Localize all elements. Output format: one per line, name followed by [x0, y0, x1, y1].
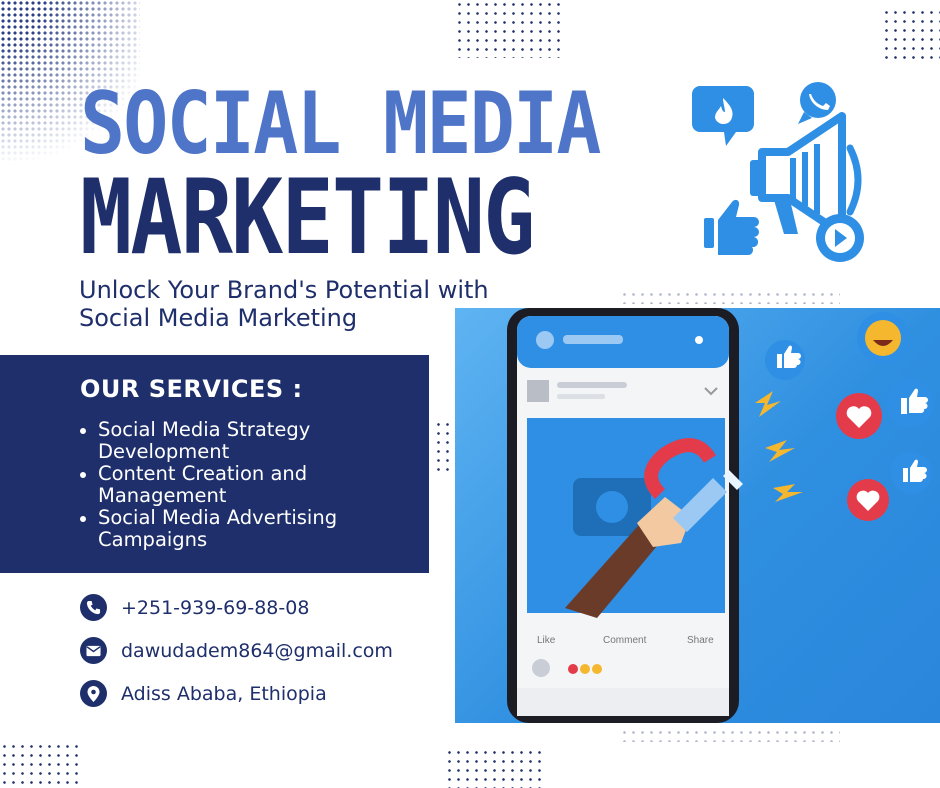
phone-illustration: Like Comment Share — [455, 308, 940, 723]
dot-grid-decoration — [0, 742, 80, 788]
play-icon — [816, 214, 864, 262]
location-text: Adiss Ababa, Ethiopia — [121, 682, 327, 705]
share-action[interactable]: Share — [687, 635, 714, 646]
email-address[interactable]: dawudadem864@gmail.com — [121, 640, 393, 662]
contact-email: dawudadem864@gmail.com — [80, 637, 393, 664]
location-icon — [80, 680, 107, 707]
heart-icon — [836, 393, 882, 439]
phone-icon — [80, 594, 107, 621]
dot-grid-decoration — [445, 748, 545, 788]
dot-grid-decoration — [620, 290, 840, 304]
service-label: Social Media Advertising Campaigns — [98, 506, 338, 551]
dot-grid-decoration — [620, 728, 840, 742]
services-list: Social Media Strategy Development Conten… — [80, 419, 400, 551]
services-heading: OUR SERVICES : — [80, 375, 303, 403]
comment-action[interactable]: Comment — [603, 635, 647, 646]
phone-number[interactable]: +251-939-69-88-08 — [121, 597, 309, 619]
service-label: Content Creation and Management — [98, 462, 308, 507]
service-label: Social Media Strategy Development — [98, 418, 311, 463]
title-line-2: MARKETING — [80, 158, 535, 278]
like-action[interactable]: Like — [537, 635, 556, 646]
contact-location: Adiss Ababa, Ethiopia — [80, 680, 327, 707]
service-item: Social Media Advertising Campaigns — [80, 507, 400, 551]
contact-phone: +251-939-69-88-08 — [80, 594, 309, 621]
like-icon — [704, 199, 759, 255]
service-item: Social Media Strategy Development — [80, 419, 400, 463]
like-icon — [886, 379, 934, 427]
subtitle: Unlock Your Brand's Potential with Socia… — [79, 276, 489, 332]
megaphone-icon — [692, 82, 864, 262]
laugh-emoji-icon — [857, 312, 909, 364]
mail-icon — [80, 637, 107, 664]
bullet — [80, 516, 86, 522]
service-item: Content Creation and Management — [80, 463, 400, 507]
like-icon — [765, 340, 805, 380]
bullet — [80, 472, 86, 478]
dot-grid-decoration — [455, 0, 560, 58]
heart-icon — [847, 479, 889, 521]
like-icon — [890, 452, 932, 494]
services-panel: OUR SERVICES : Social Media Strategy Dev… — [0, 355, 429, 573]
dot-grid-decoration — [882, 8, 940, 63]
chat-icon — [798, 82, 836, 124]
bullet — [80, 428, 86, 434]
phone-illustration-art: Like Comment Share — [507, 308, 934, 723]
fire-icon — [692, 86, 754, 146]
